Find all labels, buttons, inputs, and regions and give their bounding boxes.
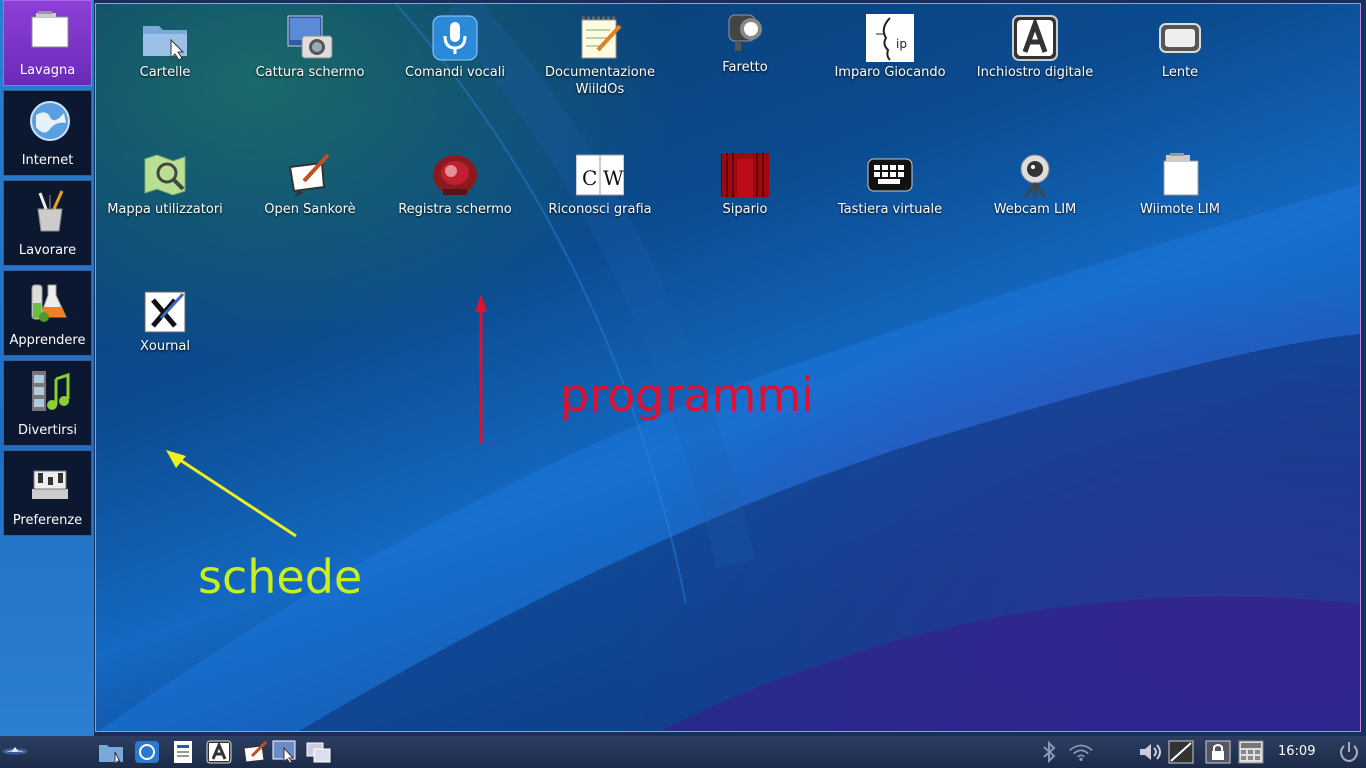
- tab-divertirsi[interactable]: Divertirsi: [3, 360, 92, 446]
- wifi-tray[interactable]: [1068, 740, 1100, 764]
- file-manager-icon: [99, 745, 123, 766]
- windows-launcher[interactable]: [306, 740, 332, 764]
- tab-lavagna[interactable]: Lavagna: [3, 0, 92, 86]
- start-menu-icon: [2, 746, 28, 755]
- tab-label: Preferenze: [12, 513, 83, 528]
- power-button[interactable]: [1336, 740, 1362, 764]
- file-manager-launcher[interactable]: [98, 740, 124, 766]
- ink-icon: [206, 740, 232, 764]
- document-launcher[interactable]: [170, 740, 196, 764]
- windows-icon: [306, 742, 331, 763]
- screenshot-launcher[interactable]: [272, 740, 298, 764]
- arrow-head-programs: [475, 294, 487, 312]
- document-icon: [174, 741, 192, 763]
- tab-label: Internet: [21, 153, 74, 168]
- film-music-icon: [32, 371, 70, 411]
- mixer-icon: [32, 470, 68, 499]
- arrow-head-tabs: [166, 450, 186, 468]
- bluetooth-icon: [1043, 740, 1056, 764]
- tab-preferenze[interactable]: Preferenze: [3, 450, 92, 536]
- flask-icon: [31, 284, 67, 322]
- ink-launcher[interactable]: [206, 740, 232, 764]
- volume-icon: [1140, 744, 1161, 760]
- screenshot-icon: [272, 740, 296, 764]
- clock: 16:09: [1278, 744, 1316, 759]
- lock-icon: [1205, 740, 1231, 764]
- calculator-icon: [1238, 740, 1264, 764]
- lock-tray[interactable]: [1205, 740, 1231, 764]
- annotation-programmi: programmi: [560, 368, 814, 422]
- sankore-icon: [243, 740, 268, 763]
- tab-lavorare[interactable]: Lavorare: [3, 180, 92, 266]
- browser-launcher[interactable]: [134, 740, 160, 764]
- taskbar: 16:09: [0, 736, 1366, 768]
- annotation-schede: schede: [198, 550, 363, 604]
- tab-label: Apprendere: [9, 333, 86, 348]
- start-menu-button[interactable]: [2, 738, 84, 766]
- screen-tray[interactable]: [1168, 740, 1194, 764]
- tab-internet[interactable]: Internet: [3, 90, 92, 176]
- sankore-launcher[interactable]: [242, 740, 268, 764]
- power-icon: [1340, 742, 1358, 762]
- whiteboard-icon: [31, 11, 69, 48]
- screen-icon: [1168, 740, 1194, 764]
- tab-label: Lavorare: [18, 243, 77, 258]
- browser-icon: [135, 741, 159, 763]
- desktop-area: Cartelle Cattura schermo Comandi vocali …: [95, 3, 1361, 732]
- calculator-tray[interactable]: [1238, 740, 1264, 764]
- sidebar-tabs: Lavagna Internet Lavorare Apprendere Div…: [0, 0, 94, 736]
- pencil-cup-icon: [37, 190, 64, 232]
- arrow-to-tabs: [173, 454, 297, 538]
- tab-label: Divertirsi: [17, 423, 78, 438]
- volume-tray[interactable]: [1138, 740, 1164, 764]
- globe-icon: [30, 101, 70, 141]
- tab-label: Lavagna: [19, 63, 76, 78]
- tab-apprendere[interactable]: Apprendere: [3, 270, 92, 356]
- wifi-icon: [1069, 744, 1093, 761]
- bluetooth-tray[interactable]: [1036, 740, 1058, 764]
